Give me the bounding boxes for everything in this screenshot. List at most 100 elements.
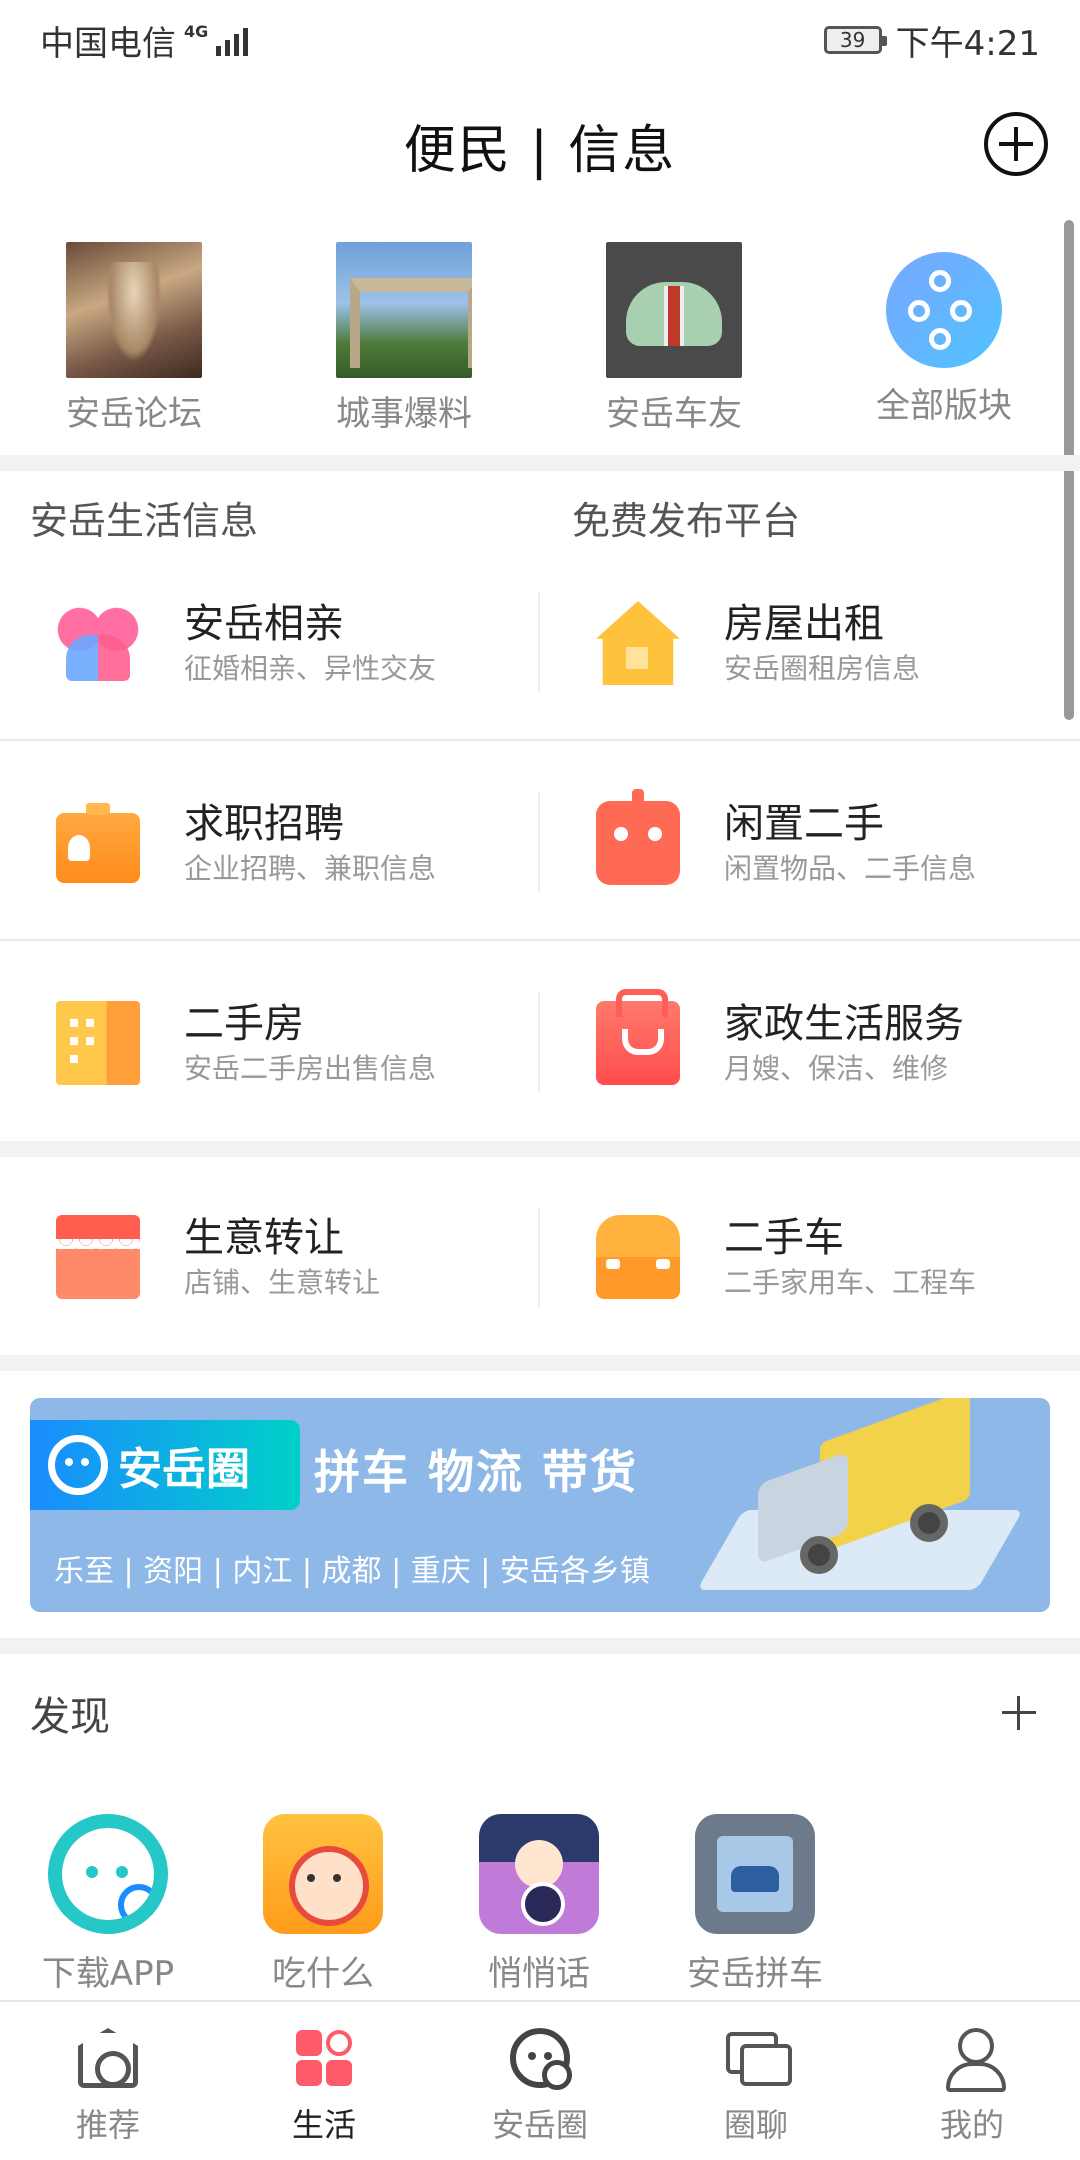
tab-label: 推荐 xyxy=(75,2106,140,2144)
download-app-icon xyxy=(48,1814,168,1934)
banner-cities: 乐至 | 资阳 | 内江 | 成都 | 重庆 | 安岳各乡镇 xyxy=(54,1554,650,1589)
tab-label: 我的 xyxy=(939,2106,1004,2144)
network-type: 4G xyxy=(184,22,209,41)
tab-label: 圈聊 xyxy=(723,2106,788,2144)
home-icon xyxy=(78,2028,138,2088)
service-title: 二手车 xyxy=(724,1215,844,1261)
building-icon xyxy=(56,1001,140,1085)
bottom-tab-bar: 推荐 生活 安岳圈 圈聊 我的 xyxy=(0,2000,1080,2160)
section-divider xyxy=(0,455,1080,471)
truck-wheel-icon xyxy=(800,1536,838,1574)
service-title: 家政生活服务 xyxy=(724,1001,964,1047)
carrier-name: 中国电信 xyxy=(40,23,176,64)
discover-header: 发现 xyxy=(0,1684,1080,1744)
service-housekeeping[interactable]: 家政生活服务 月嫂、保洁、维修 xyxy=(540,943,1080,1141)
whisper-icon xyxy=(479,1814,599,1934)
service-subtitle: 企业招聘、兼职信息 xyxy=(184,852,437,885)
quick-link-car-club[interactable]: 安岳车友 xyxy=(574,242,774,435)
banner-slogan: 拼车 物流 带货 xyxy=(314,1445,639,1499)
discover-title: 发现 xyxy=(30,1694,110,1740)
page-header: 便民 | 信息 xyxy=(0,80,1080,210)
anyue-circle-logo-icon xyxy=(48,1435,108,1495)
row-divider xyxy=(0,939,1080,941)
quick-link-city-news[interactable]: 城事爆料 xyxy=(304,242,504,435)
tab-anyue-circle[interactable]: 安岳圈 xyxy=(432,2002,648,2160)
discover-apps: 下载APP 吃什么 悄悄话 安岳拼车 xyxy=(0,1814,1080,2004)
service-title: 房屋出租 xyxy=(724,601,884,647)
tab-circle-chat[interactable]: 圈聊 xyxy=(648,2002,864,2160)
service-rental[interactable]: 房屋出租 安岳圈租房信息 xyxy=(540,543,1080,741)
life-grid-icon xyxy=(294,2028,354,2088)
app-whisper[interactable]: 悄悄话 xyxy=(439,1814,639,1995)
robot-icon xyxy=(596,789,680,885)
what-to-eat-icon xyxy=(263,1814,383,1934)
app-what-to-eat[interactable]: 吃什么 xyxy=(223,1814,423,1995)
plus-circle-icon[interactable] xyxy=(984,112,1048,176)
tab-label: 安岳圈 xyxy=(491,2106,588,2144)
service-row: 安岳相亲 征婚相亲、异性交友 房屋出租 安岳圈租房信息 xyxy=(0,543,1080,741)
truck-wheel-icon xyxy=(910,1504,948,1542)
quick-link-label: 安岳论坛 xyxy=(66,394,202,434)
carpool-icon xyxy=(695,1814,815,1934)
battery-icon: 39 xyxy=(823,26,887,54)
service-used-house[interactable]: 二手房 安岳二手房出售信息 xyxy=(0,943,540,1141)
quick-link-forum[interactable]: 安岳论坛 xyxy=(34,242,234,435)
tab-label: 生活 xyxy=(291,2106,356,2144)
section-title-left: 安岳生活信息 xyxy=(30,499,259,543)
car-icon xyxy=(596,1215,680,1299)
service-jobs[interactable]: 求职招聘 企业招聘、兼职信息 xyxy=(0,743,540,941)
app-label: 安岳拼车 xyxy=(687,1954,823,1994)
service-title: 二手房 xyxy=(184,1001,304,1047)
app-carpool[interactable]: 安岳拼车 xyxy=(655,1814,855,1995)
app-label: 悄悄话 xyxy=(488,1954,590,1994)
app-label: 下载APP xyxy=(41,1954,175,1994)
service-row: 生意转让 店铺、生意转让 二手车 二手家用车、工程车 xyxy=(0,1157,1080,1355)
house-icon xyxy=(596,601,680,685)
service-secondhand[interactable]: 闲置二手 闲置物品、二手信息 xyxy=(540,743,1080,941)
row-divider xyxy=(0,739,1080,741)
tab-mine[interactable]: 我的 xyxy=(864,2002,1080,2160)
quick-link-label: 全部版块 xyxy=(876,386,1012,426)
promo-banner[interactable]: 安岳圈 拼车 物流 带货 乐至 | 资阳 | 内江 | 成都 | 重庆 | 安岳… xyxy=(30,1398,1050,1612)
section-divider xyxy=(0,1638,1080,1654)
service-used-car[interactable]: 二手车 二手家用车、工程车 xyxy=(540,1157,1080,1355)
dating-icon xyxy=(56,601,140,685)
car-club-thumbnail xyxy=(606,242,742,378)
status-bar: 中国电信 4G 39 下午4:21 xyxy=(0,0,1080,80)
tab-life[interactable]: 生活 xyxy=(216,2002,432,2160)
service-business-transfer[interactable]: 生意转让 店铺、生意转让 xyxy=(0,1157,540,1355)
tab-recommend[interactable]: 推荐 xyxy=(0,2002,216,2160)
service-subtitle: 安岳圈租房信息 xyxy=(724,652,921,685)
service-row: 求职招聘 企业招聘、兼职信息 闲置二手 闲置物品、二手信息 xyxy=(0,743,1080,941)
banner-logo: 安岳圈 xyxy=(30,1420,300,1510)
app-download[interactable]: 下载APP xyxy=(8,1814,208,1995)
service-title: 生意转让 xyxy=(184,1215,344,1261)
all-sections-icon xyxy=(886,252,1002,368)
city-news-thumbnail xyxy=(336,242,472,378)
clock: 下午4:21 xyxy=(895,23,1040,64)
service-subtitle: 店铺、生意转让 xyxy=(184,1266,381,1299)
quick-links: 安岳论坛 城事爆料 安岳车友 全部版块 xyxy=(0,242,1080,442)
service-subtitle: 闲置物品、二手信息 xyxy=(724,852,977,885)
services-section-header: 安岳生活信息 免费发布平台 xyxy=(0,480,1080,550)
service-dating[interactable]: 安岳相亲 征婚相亲、异性交友 xyxy=(0,543,540,741)
status-left: 中国电信 4G xyxy=(40,16,249,65)
service-row: 二手房 安岳二手房出售信息 家政生活服务 月嫂、保洁、维修 xyxy=(0,943,1080,1141)
quick-link-label: 安岳车友 xyxy=(606,394,742,434)
page-title: 便民 | 信息 xyxy=(403,120,677,181)
section-divider xyxy=(0,1141,1080,1157)
chat-icon xyxy=(726,2028,792,2088)
plus-icon[interactable] xyxy=(1002,1696,1036,1730)
signal-icon xyxy=(216,24,249,56)
service-title: 安岳相亲 xyxy=(184,601,344,647)
status-right: 39 下午4:21 xyxy=(823,16,1040,65)
service-title: 求职招聘 xyxy=(184,801,344,847)
shop-icon xyxy=(56,1215,140,1299)
banner-logo-text: 安岳圈 xyxy=(118,1444,250,1495)
section-divider xyxy=(0,1355,1080,1371)
service-subtitle: 二手家用车、工程车 xyxy=(724,1266,977,1299)
service-subtitle: 征婚相亲、异性交友 xyxy=(184,652,437,685)
quick-link-all-sections[interactable]: 全部版块 xyxy=(844,242,1044,427)
profile-icon xyxy=(942,2028,1006,2092)
service-title: 闲置二手 xyxy=(724,801,884,847)
